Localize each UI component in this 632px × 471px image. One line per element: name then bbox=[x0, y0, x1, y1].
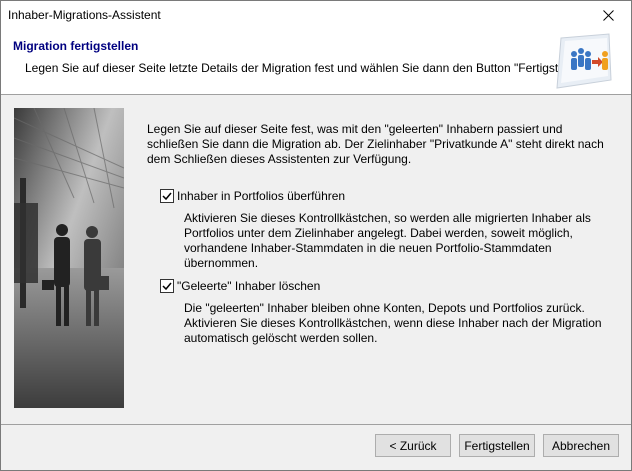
wizard-header: Migration fertigstellen Legen Sie auf di… bbox=[1, 30, 631, 95]
title-bar: Inhaber-Migrations-Assistent bbox=[1, 1, 631, 30]
option-delete-row[interactable]: "Geleerte" Inhaber löschen bbox=[160, 279, 320, 293]
intro-text: Legen Sie auf dieser Seite fest, was mit… bbox=[147, 122, 604, 166]
close-icon bbox=[603, 10, 614, 21]
footer-divider bbox=[1, 424, 631, 425]
page-subtitle: Legen Sie auf dieser Seite letzte Detail… bbox=[25, 61, 592, 75]
delete-description: Die "geleerten" Inhaber bleiben ohne Kon… bbox=[184, 301, 602, 345]
wizard-content: Legen Sie auf dieser Seite fest, was mit… bbox=[1, 95, 631, 425]
finish-button[interactable]: Fertigstellen bbox=[459, 434, 535, 457]
window-title: Inhaber-Migrations-Assistent bbox=[8, 8, 161, 22]
checkmark-icon bbox=[162, 282, 172, 291]
migration-people-icon bbox=[556, 33, 612, 89]
page-title: Migration fertigstellen bbox=[13, 39, 139, 53]
portfolio-description: Aktivieren Sie dieses Kontrollkästchen, … bbox=[184, 211, 591, 270]
train-station-photo bbox=[14, 108, 124, 408]
close-button[interactable] bbox=[586, 1, 631, 30]
wizard-window: Inhaber-Migrations-Assistent Migration f… bbox=[0, 0, 632, 471]
back-button[interactable]: < Zurück bbox=[375, 434, 451, 457]
portfolio-checkbox[interactable] bbox=[160, 189, 174, 203]
checkmark-icon bbox=[162, 192, 172, 201]
delete-checkbox[interactable] bbox=[160, 279, 174, 293]
delete-checkbox-label[interactable]: "Geleerte" Inhaber löschen bbox=[177, 279, 320, 293]
cancel-button[interactable]: Abbrechen bbox=[543, 434, 619, 457]
option-portfolio-row[interactable]: Inhaber in Portfolios überführen bbox=[160, 189, 345, 203]
portfolio-checkbox-label[interactable]: Inhaber in Portfolios überführen bbox=[177, 189, 345, 203]
